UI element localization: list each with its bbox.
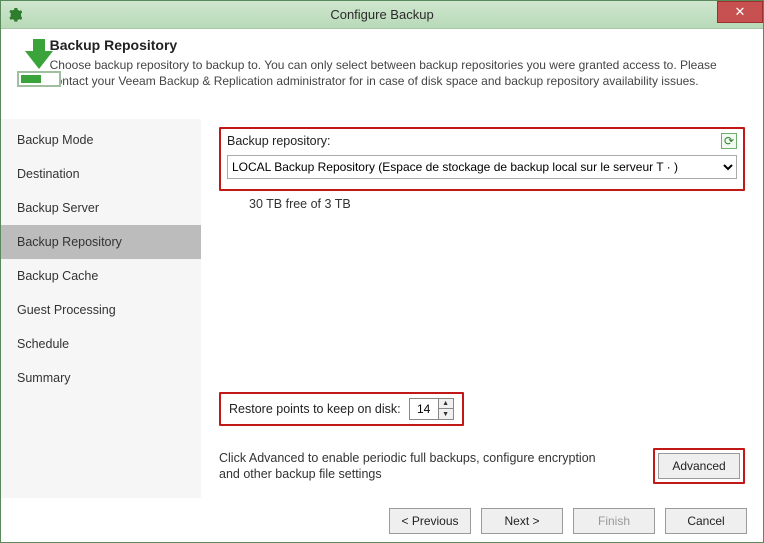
free-space-info: 30 TB free of 3 TB [227, 197, 745, 211]
sidebar-item-guest-processing[interactable]: Guest Processing [1, 293, 201, 327]
restore-points-input[interactable] [410, 399, 438, 419]
sidebar-item-backup-repository[interactable]: Backup Repository [1, 225, 201, 259]
restore-points-highlight: Restore points to keep on disk: ▲ ▼ [219, 392, 464, 426]
advanced-hint: Click Advanced to enable periodic full b… [219, 450, 619, 483]
advanced-button[interactable]: Advanced [658, 453, 740, 479]
sidebar-item-schedule[interactable]: Schedule [1, 327, 201, 361]
repo-highlight: Backup repository: ⟳ LOCAL Backup Reposi… [219, 127, 745, 191]
sidebar-item-backup-cache[interactable]: Backup Cache [1, 259, 201, 293]
config-backup-window: Configure Backup ✕ Backup Repository Cho… [0, 0, 764, 543]
close-button[interactable]: ✕ [717, 1, 763, 23]
repo-dropdown[interactable]: LOCAL Backup Repository (Espace de stock… [227, 155, 737, 179]
spinner-down-button[interactable]: ▼ [439, 409, 453, 419]
cancel-button[interactable]: Cancel [665, 508, 747, 534]
sidebar-item-destination[interactable]: Destination [1, 157, 201, 191]
window-title: Configure Backup [1, 7, 763, 22]
previous-button[interactable]: < Previous [389, 508, 471, 534]
finish-button: Finish [573, 508, 655, 534]
titlebar: Configure Backup ✕ [1, 1, 763, 29]
disk-stack-icon [227, 197, 241, 211]
refresh-icon[interactable]: ⟳ [721, 133, 737, 149]
restore-points-label: Restore points to keep on disk: [229, 402, 401, 416]
page-description: Choose backup repository to backup to. Y… [50, 57, 749, 89]
next-button[interactable]: Next > [481, 508, 563, 534]
wizard-footer: < Previous Next > Finish Cancel [389, 508, 747, 534]
repo-label: Backup repository: [227, 134, 331, 148]
main-panel: Backup repository: ⟳ LOCAL Backup Reposi… [201, 119, 763, 498]
restore-points-spinner[interactable]: ▲ ▼ [409, 398, 454, 420]
gear-icon [7, 7, 23, 23]
spinner-up-button[interactable]: ▲ [439, 399, 453, 409]
backup-repo-icon [15, 37, 44, 91]
advanced-highlight: Advanced [653, 448, 745, 484]
free-space-text: 30 TB free of 3 TB [249, 197, 351, 211]
page-header: Backup Repository Choose backup reposito… [1, 29, 763, 105]
wizard-sidebar: Backup Mode Destination Backup Server Ba… [1, 119, 201, 498]
content: Backup Repository Choose backup reposito… [1, 29, 763, 542]
sidebar-item-summary[interactable]: Summary [1, 361, 201, 395]
sidebar-item-backup-mode[interactable]: Backup Mode [1, 123, 201, 157]
advanced-row: Click Advanced to enable periodic full b… [219, 448, 745, 484]
sidebar-item-backup-server[interactable]: Backup Server [1, 191, 201, 225]
page-title: Backup Repository [50, 37, 749, 53]
